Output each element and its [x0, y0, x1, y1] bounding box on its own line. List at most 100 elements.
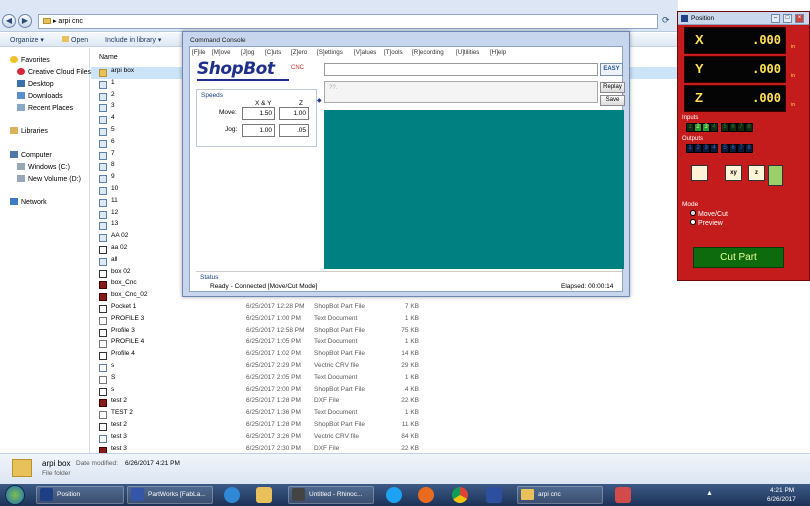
move-z-field[interactable]: 1.00	[279, 107, 309, 120]
file-row[interactable]: S 6/25/2017 2:05 PM Text Document 1 KB	[91, 374, 678, 386]
file-date: 6/25/2017 3:26 PM	[246, 432, 301, 440]
menu-help[interactable]: [H]elp	[490, 49, 506, 56]
taskbar-item-position[interactable]: Position	[36, 486, 124, 504]
file-row[interactable]: Profile 4 6/25/2017 1:02 PM ShopBot Part F…	[91, 350, 678, 362]
taskbar-item-partworks[interactable]: PartWorks [FabLa...	[127, 486, 213, 504]
explorer-icon[interactable]	[256, 487, 272, 503]
open-button[interactable]: Open	[62, 36, 88, 44]
z-axis-readout[interactable]: Z .000 in	[684, 85, 795, 112]
clock-time[interactable]: 4:21 PM	[770, 487, 794, 494]
zero-xy-icon[interactable]: xy	[725, 165, 742, 181]
file-row[interactable]: s 6/25/2017 2:00 PM ShopBot Part File 4 KB	[91, 386, 678, 398]
nav-libraries[interactable]: Libraries	[10, 127, 48, 135]
shopbot-file-icon	[99, 423, 107, 431]
breadcrumb[interactable]: arpi cnc	[58, 18, 83, 25]
file-row[interactable]: s 6/25/2017 2:29 PM Vectric CRV file 29 KB	[91, 362, 678, 374]
folder-icon	[43, 18, 51, 24]
mode-move-cut[interactable]: Move/Cut	[690, 210, 728, 218]
file-size: 1 KB	[404, 338, 419, 346]
file-row[interactable]: Pocket 1 6/25/2017 12:28 PM ShopBot Part F…	[91, 303, 678, 315]
nav-item-recent-places[interactable]: Recent Places	[17, 104, 73, 112]
nav-computer[interactable]: Computer	[10, 151, 52, 159]
ie-icon[interactable]	[224, 487, 240, 503]
file-type: ShopBot Part File	[314, 350, 365, 358]
nav-network[interactable]: Network	[10, 198, 47, 206]
taskbar-item-arpi-cnc[interactable]: arpi cnc	[517, 486, 603, 504]
command-history-field[interactable]: ??.	[324, 81, 598, 103]
menu-tools[interactable]: [T]ools	[384, 49, 403, 56]
file-name: box 02	[111, 267, 131, 275]
taskbar-label: Position	[57, 491, 81, 498]
include-in-library-button[interactable]: Include in library ▾	[105, 36, 161, 44]
creative-cloud-icon	[17, 68, 25, 75]
address-field[interactable]: ▸ arpi cnc	[38, 14, 658, 29]
chrome-icon[interactable]	[452, 487, 468, 503]
keypad-icon[interactable]	[768, 165, 783, 186]
move-xy-field[interactable]: 1.50	[242, 107, 275, 120]
file-row[interactable]: test 2 6/25/2017 1:28 PM ShopBot Part File…	[91, 421, 678, 433]
file-date: 6/25/2017 12:28 PM	[246, 303, 305, 310]
console-menubar: [F]ile [M]ove [J]og [C]uts [Z]ero [S]ett…	[190, 47, 622, 58]
save-button[interactable]: Save	[600, 95, 625, 106]
file-name: arpi box	[111, 67, 135, 74]
forward-button[interactable]: ▶	[18, 14, 32, 28]
input-indicator: 1	[686, 123, 694, 132]
x-axis-readout[interactable]: X .000 in	[684, 27, 795, 54]
file-date: 6/25/2017 1:28 PM	[246, 397, 301, 405]
back-button[interactable]: ◀	[2, 14, 16, 28]
clock-date[interactable]: 6/26/2017	[767, 496, 796, 503]
taskbar-item-rhino[interactable]: Untitled - Rhinoc...	[288, 486, 374, 504]
y-axis-readout[interactable]: Y .000 in	[684, 56, 795, 83]
logo-cnc: CNC	[291, 65, 304, 71]
nav-drive-c[interactable]: Windows (C:)	[17, 163, 70, 171]
file-row[interactable]: PROFILE 3 6/25/2017 1:00 PM Text Document 1…	[91, 315, 678, 327]
file-name: test 2	[111, 397, 127, 405]
nav-drive-d[interactable]: New Volume (D:)	[17, 175, 81, 183]
maximize-button[interactable]: □	[783, 14, 792, 23]
file-row[interactable]: Profile 3 6/25/2017 12:58 PM ShopBot Part …	[91, 327, 678, 339]
file-name: test 3	[111, 432, 127, 440]
show-hidden-icons[interactable]: ▲	[706, 490, 713, 497]
menu-settings[interactable]: [S]ettings	[317, 49, 343, 56]
creative-cloud-taskbar-icon[interactable]	[386, 487, 402, 503]
partworks3d-icon[interactable]	[486, 487, 502, 503]
menu-zero[interactable]: [Z]ero	[291, 49, 307, 56]
jog-z-field[interactable]: .05	[279, 124, 309, 137]
details-modified-value: 6/26/2017 4:21 PM	[125, 460, 180, 467]
menu-values[interactable]: [V]alues	[354, 49, 376, 56]
cut-part-button[interactable]: Cut Part	[693, 247, 784, 268]
replay-button[interactable]: Replay	[600, 82, 625, 93]
file-row[interactable]: TEST 2 6/25/2017 1:36 PM Text Document 1 KB	[91, 409, 678, 421]
spindle-icon[interactable]	[691, 165, 708, 181]
file-row[interactable]: PROFILE 4 6/25/2017 1:05 PM Text Document 1…	[91, 338, 678, 350]
mode-preview[interactable]: Preview	[690, 219, 723, 227]
minimize-button[interactable]: –	[771, 14, 780, 23]
menu-move[interactable]: [M]ove	[212, 49, 231, 56]
organize-button[interactable]: Organize ▾	[10, 36, 44, 44]
nav-item-desktop[interactable]: Desktop	[17, 80, 54, 88]
jog-xy-field[interactable]: 1.00	[242, 124, 275, 137]
nav-item-creative-cloud[interactable]: Creative Cloud Files	[17, 68, 91, 76]
file-row[interactable]: test 3 6/25/2017 3:26 PM Vectric CRV file 8…	[91, 433, 678, 445]
menu-file[interactable]: [F]ile	[192, 49, 205, 56]
start-button[interactable]	[5, 485, 25, 505]
command-input[interactable]	[324, 63, 598, 76]
close-button[interactable]: ×	[795, 14, 804, 23]
nav-favorites[interactable]: Favorites	[10, 56, 50, 64]
computer-icon	[10, 151, 18, 158]
snipping-tool-icon[interactable]	[615, 487, 631, 503]
file-name: 9	[111, 173, 115, 181]
file-row[interactable]: test 2 6/25/2017 1:28 PM DXF File 22 KB	[91, 397, 678, 409]
file-type: DXF File	[314, 397, 340, 405]
menu-jog[interactable]: [J]og	[241, 49, 254, 56]
refresh-icon[interactable]: ⟳	[662, 15, 670, 26]
zero-z-icon[interactable]: z	[748, 165, 765, 181]
nav-item-downloads[interactable]: Downloads	[17, 92, 63, 100]
menu-utilities[interactable]: [U]tilities	[456, 49, 479, 56]
media-player-icon[interactable]	[418, 487, 434, 503]
easy-button[interactable]: EASY	[600, 63, 623, 76]
menu-recording[interactable]: [R]ecording	[412, 49, 444, 56]
file-name: Profile 3	[111, 326, 135, 334]
column-header-name[interactable]: Name	[99, 54, 118, 61]
menu-cuts[interactable]: [C]uts	[265, 49, 281, 56]
